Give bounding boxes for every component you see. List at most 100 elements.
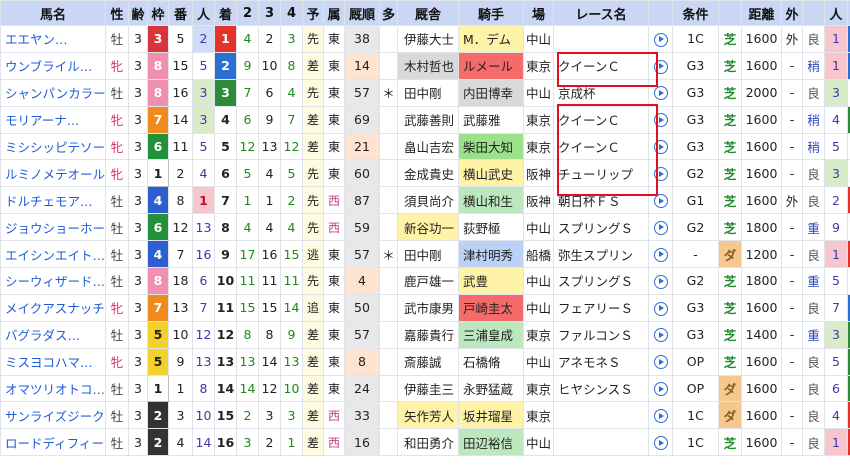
horse-name-link[interactable]: ドルチェモア… bbox=[0, 186, 106, 215]
race-replay-icon[interactable] bbox=[648, 428, 673, 457]
play-circle-icon[interactable] bbox=[653, 436, 668, 451]
play-circle-icon[interactable] bbox=[653, 113, 668, 128]
play-circle-icon[interactable] bbox=[653, 194, 668, 209]
race-replay-icon[interactable] bbox=[648, 213, 673, 242]
play-circle-icon[interactable] bbox=[653, 274, 668, 289]
header-cell[interactable]: 属 bbox=[323, 0, 345, 26]
race-replay-icon[interactable] bbox=[648, 401, 673, 430]
race-name-cell[interactable] bbox=[553, 401, 649, 430]
table-row[interactable]: エイシンエイト… 牡 3 4 7 16 9 17 16 15 逃東 57 ＊田中剛 津村明秀 船橋 弥生スプリ… bbox=[0, 240, 850, 269]
race-replay-icon[interactable] bbox=[648, 347, 673, 376]
header-cell[interactable]: 2 bbox=[236, 0, 259, 26]
race-name-cell[interactable] bbox=[553, 25, 649, 53]
play-circle-icon[interactable] bbox=[653, 409, 668, 424]
table-row[interactable]: バグラダス… 牡 3 5 10 12 12 8 8 9 差東 57 嘉藤貴行 三浦皇成 東京 ファルコンＳ G3… bbox=[0, 320, 850, 349]
play-circle-icon[interactable] bbox=[653, 59, 668, 74]
play-circle-icon[interactable] bbox=[653, 140, 668, 155]
race-replay-icon[interactable] bbox=[648, 320, 673, 349]
horse-name-link[interactable]: ジョウショーホープ… bbox=[0, 213, 106, 242]
header-cell[interactable] bbox=[802, 0, 825, 26]
race-replay-icon[interactable] bbox=[648, 240, 673, 269]
header-cell[interactable]: 距離 bbox=[741, 0, 782, 26]
race-replay-icon[interactable] bbox=[648, 105, 673, 134]
race-replay-icon[interactable] bbox=[648, 374, 673, 403]
race-name-cell[interactable]: スプリングＳ bbox=[553, 267, 649, 295]
table-row[interactable]: モリアーナ… 牝 3 7 14 3 4 6 9 7 差東 69 武藤善則 武藤雅 東京 クイーンＣ G3 芝 160… bbox=[0, 105, 850, 134]
header-cell[interactable]: 騎手 bbox=[458, 0, 524, 26]
table-row[interactable]: ドルチェモア… 牡 3 4 8 1 7 1 1 2 先西 87 須貝尚介 横山和生 阪神 朝日杯ＦＳ G1 芝 16… bbox=[0, 186, 850, 215]
race-name-cell[interactable]: 朝日杯ＦＳ bbox=[553, 186, 649, 215]
race-replay-icon[interactable] bbox=[648, 267, 673, 295]
race-name-cell[interactable]: 京成杯 bbox=[553, 78, 649, 107]
race-replay-icon[interactable] bbox=[648, 25, 673, 53]
race-name-cell[interactable]: スプリングＳ bbox=[553, 213, 649, 242]
horse-name-link[interactable]: シャンパンカラー… bbox=[0, 78, 106, 107]
header-cell[interactable]: 厩舎 bbox=[397, 0, 459, 26]
race-name-cell[interactable]: チューリップ bbox=[553, 159, 649, 188]
play-circle-icon[interactable] bbox=[653, 247, 668, 262]
race-name-cell[interactable]: クイーンＣ bbox=[553, 51, 649, 80]
race-replay-icon[interactable] bbox=[648, 293, 673, 322]
race-replay-icon[interactable] bbox=[648, 132, 673, 161]
horse-name-link[interactable]: バグラダス… bbox=[0, 320, 106, 349]
horse-name-link[interactable]: モリアーナ… bbox=[0, 105, 106, 134]
horse-name-link[interactable]: サンライズジーク… bbox=[0, 401, 106, 430]
header-cell[interactable] bbox=[648, 0, 673, 26]
play-circle-icon[interactable] bbox=[653, 301, 668, 316]
header-cell[interactable]: 人 bbox=[824, 0, 848, 26]
race-name-cell[interactable]: フェアリーＳ bbox=[553, 293, 649, 322]
header-cell[interactable]: 外 bbox=[781, 0, 803, 26]
header-cell[interactable]: 3 bbox=[258, 0, 281, 26]
horse-name-link[interactable]: エイシンエイト… bbox=[0, 240, 106, 269]
horse-name-link[interactable]: ウンブライル… bbox=[0, 51, 106, 80]
horse-name-link[interactable]: オマツリオトコ… bbox=[0, 374, 106, 403]
race-name-cell[interactable]: クイーンＣ bbox=[553, 132, 649, 161]
header-cell[interactable]: 予 bbox=[302, 0, 324, 26]
race-name-cell[interactable]: ファルコンＳ bbox=[553, 320, 649, 349]
header-cell[interactable]: 厩順 bbox=[344, 0, 380, 26]
table-row[interactable]: シャンパンカラー…牡381633764先東57＊田中剛内田博幸中山京成杯G3芝2… bbox=[0, 78, 850, 107]
header-cell[interactable] bbox=[718, 0, 742, 26]
play-circle-icon[interactable] bbox=[653, 220, 668, 235]
play-circle-icon[interactable] bbox=[653, 328, 668, 343]
table-row[interactable]: ミシシッピテソーロ…牝361155121312差東21畠山吉宏柴田大知東京クイー… bbox=[0, 132, 850, 161]
table-row[interactable]: シーウィザード… 牡 3 8 18 6 10 11 11 11 先東 4 鹿戸雄一 武豊 中山 スプリングＳ G… bbox=[0, 267, 850, 295]
header-cell[interactable]: 番 bbox=[168, 0, 193, 26]
horse-name-link[interactable]: ミスヨコハマ… bbox=[0, 347, 106, 376]
race-replay-icon[interactable] bbox=[648, 78, 673, 107]
table-row[interactable]: サンライズジーク…牡3231015233差西33矢作芳人坂井瑠星東京1Cダ160… bbox=[0, 401, 850, 430]
race-replay-icon[interactable] bbox=[648, 51, 673, 80]
horse-name-link[interactable]: ミシシッピテソーロ… bbox=[0, 132, 106, 161]
header-cell[interactable]: 条件 bbox=[672, 0, 719, 26]
header-cell[interactable]: 馬名 bbox=[0, 0, 106, 26]
play-circle-icon[interactable] bbox=[653, 167, 668, 182]
horse-name-link[interactable]: エエヤン… bbox=[0, 25, 106, 53]
table-row[interactable]: ウンブライル… 牝 3 8 15 5 2 9 10 8 差東 14 木村哲也 ルメール 東京 クイーンＣ G3 芝… bbox=[0, 51, 850, 80]
race-name-cell[interactable]: アネモネＳ bbox=[553, 347, 649, 376]
race-name-cell[interactable]: 弥生スプリン bbox=[553, 240, 649, 269]
table-row[interactable]: ジョウショーホープ…牡3612138444先西59新谷功一荻野極中山スプリングＳ… bbox=[0, 213, 850, 242]
table-row[interactable]: オマツリオトコ… 牡 3 1 1 8 14 14 12 10 差東 24 伊藤圭三 永野猛蔵 東京 ヒヤシンス… bbox=[0, 374, 850, 403]
horse-name-link[interactable]: ルミノメテオール… bbox=[0, 159, 106, 188]
table-row[interactable]: メイクアスナッチ…牝3713711151514追東50武市康男戸崎圭太中山フェア… bbox=[0, 293, 850, 322]
race-replay-icon[interactable] bbox=[648, 159, 673, 188]
header-cell[interactable]: 人 bbox=[192, 0, 215, 26]
header-cell[interactable]: 着 bbox=[214, 0, 237, 26]
race-replay-icon[interactable] bbox=[648, 186, 673, 215]
header-cell[interactable]: 場 bbox=[523, 0, 554, 26]
horse-name-link[interactable]: ロードディフィート… bbox=[0, 428, 106, 457]
horse-name-link[interactable]: シーウィザード… bbox=[0, 267, 106, 295]
table-row[interactable]: ロードディフィート…牡3241416321差西16和田勇介田辺裕信中山1C芝16… bbox=[0, 428, 850, 457]
header-cell[interactable]: 性 bbox=[105, 0, 129, 26]
race-name-cell[interactable]: クイーンＣ bbox=[553, 105, 649, 134]
play-circle-icon[interactable] bbox=[653, 382, 668, 397]
header-cell[interactable]: レース名 bbox=[553, 0, 649, 26]
table-row[interactable]: ルミノメテオール…牝31246545先東60金成貴史横山武史阪神チューリップG2… bbox=[0, 159, 850, 188]
race-name-cell[interactable]: ヒヤシンスＳ bbox=[553, 374, 649, 403]
race-name-cell[interactable] bbox=[553, 428, 649, 457]
horse-name-link[interactable]: メイクアスナッチ… bbox=[0, 293, 106, 322]
header-cell[interactable]: 枠 bbox=[147, 0, 169, 26]
table-row[interactable]: ミスヨコハマ… 牝 3 5 9 13 13 13 14 13 差東 8 斎藤誠 石橋脩 中山 アネモネＳ OP 芝… bbox=[0, 347, 850, 376]
header-cell[interactable]: 4 bbox=[280, 0, 303, 26]
play-circle-icon[interactable] bbox=[653, 355, 668, 370]
